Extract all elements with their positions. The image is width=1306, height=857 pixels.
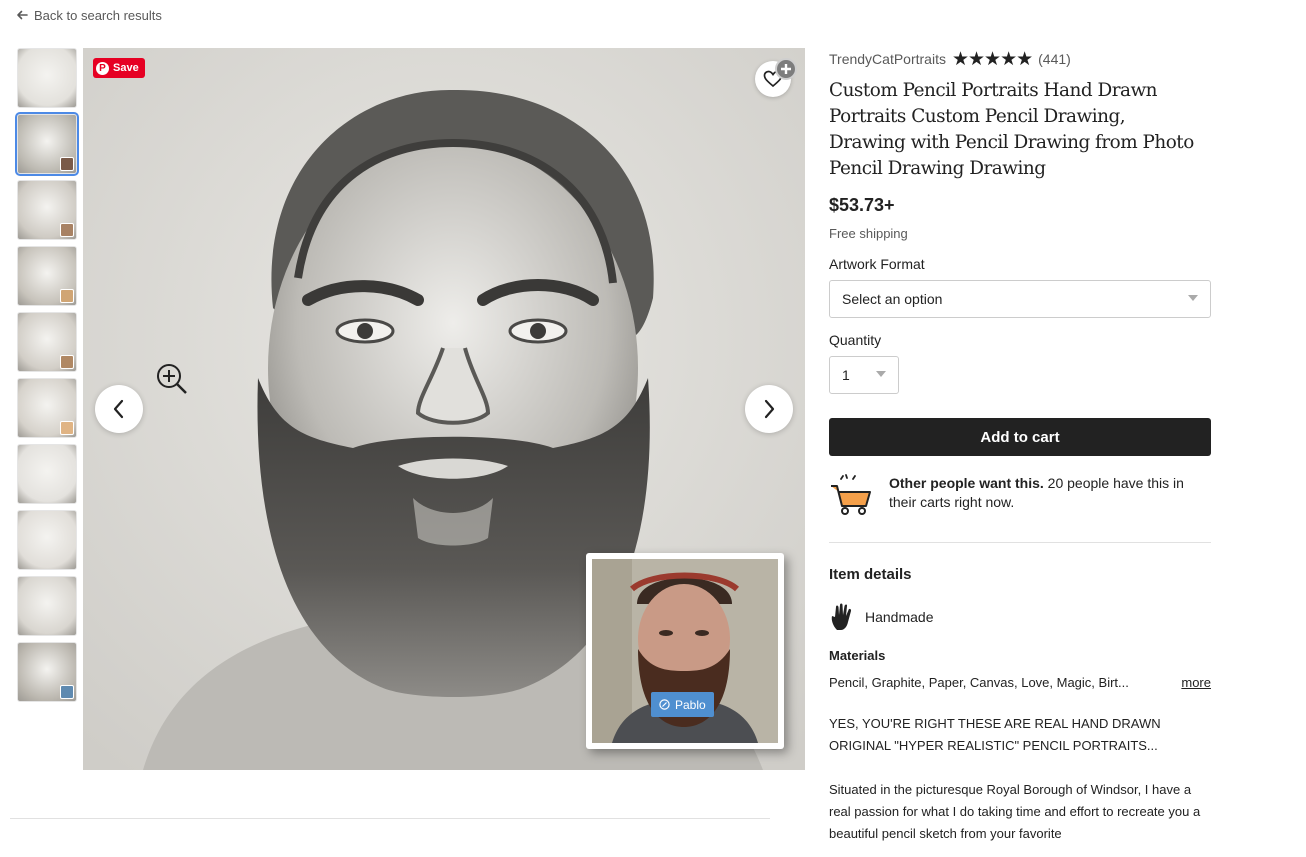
gallery-thumbnail[interactable]: [17, 510, 77, 570]
chevron-right-icon: [764, 399, 775, 419]
listing-info: TrendyCatPortraits ★★★★★ (441) Custom Pe…: [829, 48, 1211, 845]
reference-photo: [586, 553, 784, 749]
quantity-value: 1: [842, 367, 850, 383]
description-paragraph-1: YES, YOU'RE RIGHT THESE ARE REAL HAND DR…: [829, 716, 1161, 753]
gallery-thumbnail[interactable]: [17, 246, 77, 306]
item-details-title: Item details: [829, 566, 912, 583]
handmade-label: Handmade: [865, 609, 934, 625]
gallery-thumbnail[interactable]: [17, 48, 77, 108]
pablo-edit-button[interactable]: Pablo: [651, 692, 714, 717]
gallery-thumbnail[interactable]: [17, 180, 77, 240]
zoom-in-icon[interactable]: [155, 362, 189, 396]
listing-title: Custom Pencil Portraits Hand Drawn Portr…: [829, 80, 1194, 179]
handmade-row: Handmade: [829, 602, 1211, 632]
review-count[interactable]: (441): [1038, 51, 1071, 67]
thumbnail-photo-badge: [60, 355, 74, 369]
description-paragraph-2: Situated in the picturesque Royal Boroug…: [829, 782, 1201, 841]
next-image-button[interactable]: [745, 385, 793, 433]
thumbnail-photo-badge: [60, 421, 74, 435]
gallery-thumbnail[interactable]: [17, 444, 77, 504]
materials-more-link[interactable]: more: [1181, 675, 1211, 690]
quantity-label: Quantity: [829, 332, 882, 348]
gallery-thumbnail[interactable]: [17, 378, 77, 438]
chevron-down-icon: [1188, 295, 1198, 301]
pablo-label: Pablo: [675, 697, 706, 712]
thumbnail-strip: [15, 48, 79, 708]
chevron-down-icon: [876, 371, 886, 377]
divider: [10, 818, 770, 819]
demand-bold-text: Other people want this.: [889, 475, 1044, 491]
expand-overlay-icon[interactable]: [775, 58, 797, 80]
thumbnail-photo-badge: [60, 289, 74, 303]
gallery-thumbnail[interactable]: [17, 642, 77, 702]
divider: [829, 542, 1211, 543]
thumbnail-photo-badge: [60, 223, 74, 237]
materials-value: Pencil, Graphite, Paper, Canvas, Love, M…: [829, 675, 1129, 690]
gallery-thumbnail[interactable]: [17, 576, 77, 636]
back-to-search-link[interactable]: Back to search results: [16, 7, 162, 23]
main-image[interactable]: P Save: [83, 48, 805, 770]
artwork-format-select[interactable]: Select an option: [829, 280, 1211, 318]
add-to-cart-button[interactable]: Add to cart: [829, 418, 1211, 456]
shop-name-link[interactable]: TrendyCatPortraits: [829, 51, 946, 67]
arrow-left-icon: [17, 10, 28, 20]
thumbnail-photo-badge: [60, 685, 74, 699]
gallery-thumbnail[interactable]: [15, 112, 79, 176]
chevron-left-icon: [113, 399, 124, 419]
pinterest-save-button[interactable]: P Save: [93, 58, 145, 78]
shopping-cart-icon: [831, 474, 871, 515]
pinterest-save-label: Save: [113, 62, 139, 74]
edit-icon: [659, 699, 670, 710]
artwork-format-value: Select an option: [842, 291, 943, 307]
listing-price: $53.73+: [829, 195, 895, 215]
quantity-select[interactable]: 1: [829, 356, 899, 394]
materials-title: Materials: [829, 648, 886, 663]
gallery-thumbnail[interactable]: [17, 312, 77, 372]
pinterest-icon: P: [96, 61, 109, 75]
materials-row: Pencil, Graphite, Paper, Canvas, Love, M…: [829, 675, 1211, 690]
artwork-format-label: Artwork Format: [829, 256, 925, 272]
demand-notice: Other people want this. 20 people have t…: [829, 474, 1211, 516]
star-rating[interactable]: ★★★★★: [952, 50, 1033, 69]
hand-icon: [831, 603, 852, 630]
shipping-info: Free shipping: [829, 226, 908, 241]
previous-image-button[interactable]: [95, 385, 143, 433]
thumbnail-photo-badge: [60, 157, 74, 171]
add-to-cart-label: Add to cart: [980, 428, 1060, 446]
back-link-label: Back to search results: [34, 7, 162, 23]
